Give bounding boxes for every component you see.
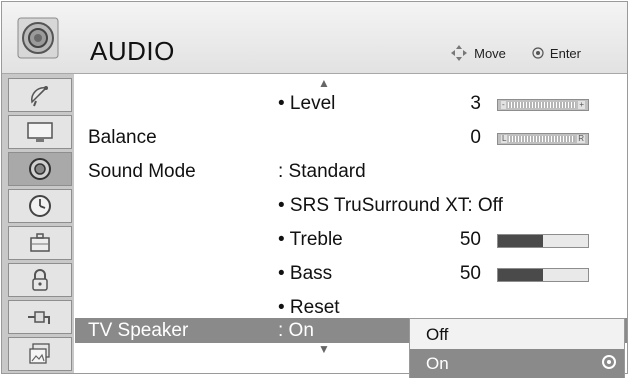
treble-label: • Treble (278, 229, 343, 250)
bass-level-bar[interactable] (497, 268, 589, 282)
satellite-dish-icon (31, 86, 48, 107)
menu-header: AUDIO Move Enter (2, 2, 627, 74)
setting-row-bass[interactable]: • Bass 50 (75, 257, 627, 291)
sidebar-item-picture[interactable] (8, 115, 72, 149)
plug-connector-icon (28, 311, 50, 324)
treble-value: 50 (459, 229, 481, 250)
scroll-down-arrow-icon[interactable]: ▼ (318, 342, 330, 356)
dropdown-option-on[interactable]: On (410, 349, 624, 378)
navigation-hints: Move Enter (450, 44, 581, 62)
level-slider-scale (507, 102, 577, 108)
treble-level-bar[interactable] (497, 234, 589, 248)
setting-row-treble[interactable]: • Treble 50 (75, 223, 627, 257)
audio-speaker-icon (29, 158, 51, 180)
setting-row-level[interactable]: • Level 3 - + (75, 87, 627, 121)
sidebar-item-channel[interactable] (8, 78, 72, 112)
clock-icon (29, 195, 51, 217)
enter-hint-label: Enter (549, 45, 581, 61)
bass-level-fill (498, 269, 543, 281)
treble-level-fill (498, 235, 543, 247)
tv-monitor-icon (27, 122, 53, 142)
balance-slider-right: R (577, 134, 585, 143)
padlock-icon (32, 269, 48, 291)
move-hint-label: Move (474, 45, 506, 61)
sidebar-item-lock[interactable] (8, 263, 72, 297)
srs-trusurround-label: • SRS TruSurround XT: Off (278, 195, 503, 216)
balance-slider-scale (509, 136, 576, 142)
sound-mode-value: : Standard (278, 161, 366, 182)
setting-row-sound-mode[interactable]: Sound Mode : Standard (75, 155, 627, 189)
picture-album-icon (29, 343, 50, 364)
tv-speaker-label: TV Speaker (88, 320, 189, 341)
bass-label: • Bass (278, 263, 333, 284)
sidebar-item-time[interactable] (8, 189, 72, 223)
option-on-label: On (426, 354, 449, 373)
selected-radio-icon (602, 355, 616, 369)
balance-slider[interactable]: L R (497, 133, 589, 145)
balance-value: 0 (470, 127, 481, 148)
level-value: 3 (470, 93, 481, 114)
balance-label: Balance (88, 127, 157, 148)
sidebar-item-option[interactable] (8, 226, 72, 260)
reset-label: • Reset (278, 297, 340, 318)
sound-mode-label: Sound Mode (88, 161, 196, 182)
enter-button-icon (532, 47, 544, 59)
sidebar-item-usb[interactable] (8, 337, 72, 371)
balance-slider-left: L (501, 134, 508, 143)
tv-speaker-value: : On (278, 320, 314, 341)
level-slider-max: + (578, 100, 585, 109)
dropdown-option-off[interactable]: Off (410, 320, 624, 349)
setting-row-balance[interactable]: Balance 0 L R (75, 121, 627, 155)
page-title: AUDIO (90, 36, 175, 66)
option-off-label: Off (426, 325, 449, 344)
level-slider-min: - (501, 100, 506, 109)
briefcase-icon (30, 233, 50, 252)
header-icon-box (2, 2, 74, 73)
category-sidebar (2, 74, 74, 373)
level-slider[interactable]: - + (497, 99, 589, 111)
level-label: • Level (278, 93, 336, 114)
setting-row-srs-trusurround[interactable]: • SRS TruSurround XT: Off (75, 189, 627, 223)
sidebar-item-input[interactable] (8, 300, 72, 334)
tv-speaker-dropdown: Off On (409, 318, 625, 378)
speaker-disc-icon (17, 17, 59, 58)
bass-value: 50 (459, 263, 481, 284)
move-arrows-icon (451, 45, 468, 61)
sidebar-item-audio[interactable] (8, 152, 72, 186)
